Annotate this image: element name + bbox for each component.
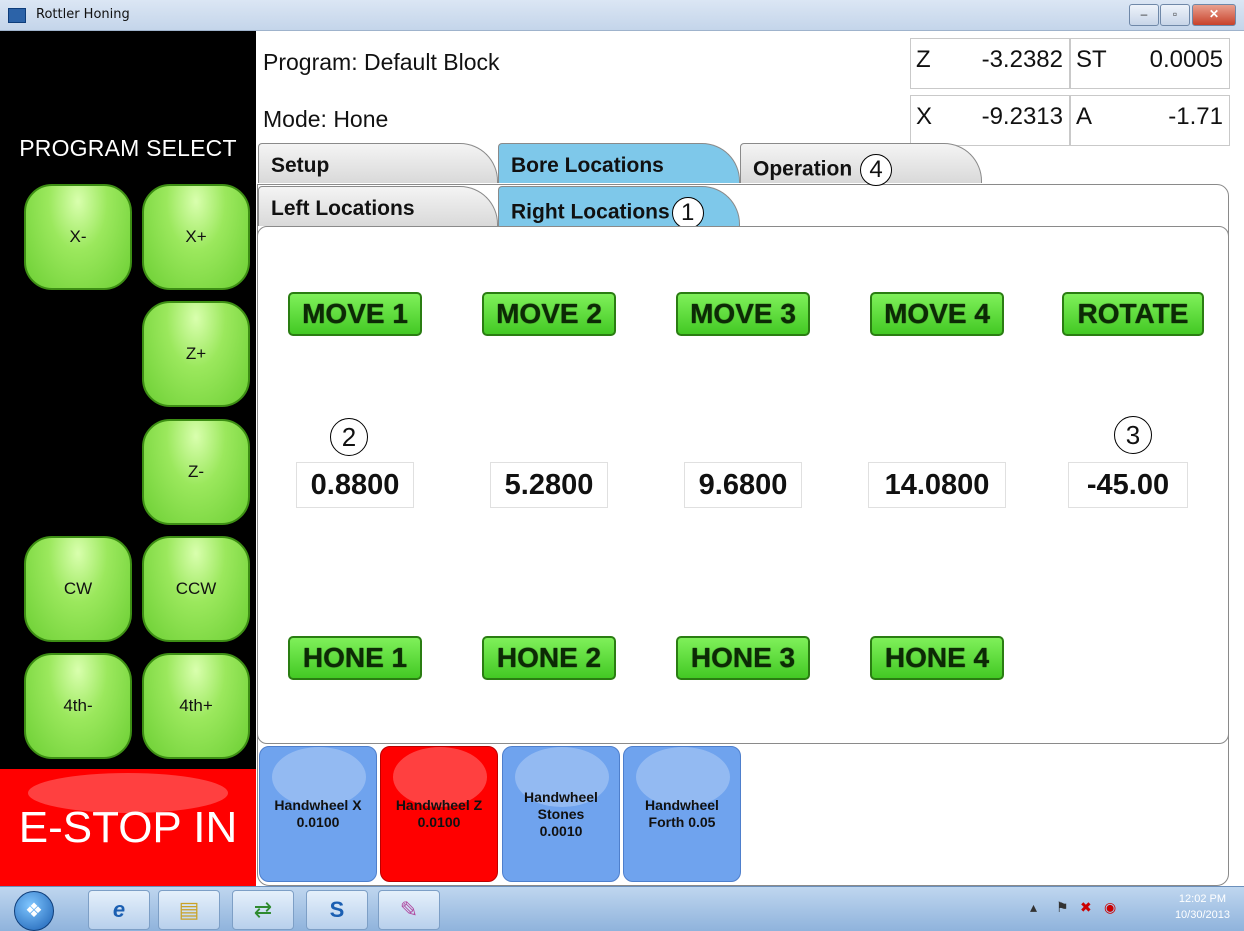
paint-icon[interactable]: ✎ [378,890,440,930]
handwheel-z-value: 0.0100 [417,814,461,830]
location-2-value[interactable]: 5.2800 [490,462,608,508]
handwheel-forth-label: Handwheel [645,797,719,813]
x-axis-value: -9.2313 [981,103,1063,130]
callout-marker-2: 2 [330,418,368,456]
program-select-label[interactable]: PROGRAM SELECT [0,135,256,162]
location-1-value[interactable]: 0.8800 [296,462,414,508]
subtab-left-locations[interactable]: Left Locations [258,186,498,226]
jog-x-minus-button[interactable]: X- [24,184,132,290]
a-axis-label: A [1076,103,1093,130]
handwheel-x-label: Handwheel X [274,797,362,813]
browser-icon[interactable]: e [88,890,150,930]
location-4-value[interactable]: 14.0800 [868,462,1006,508]
start-button[interactable]: ❖ [14,891,54,931]
handwheel-z-label: Handwheel Z [395,797,483,813]
subtab-right-locations[interactable]: Right Locations 1 [498,186,740,229]
tab-bore-locations[interactable]: Bore Locations [498,143,740,183]
x-axis-label: X [916,103,933,130]
z-axis-label: Z [916,46,931,73]
skype-icon[interactable]: S [306,890,368,930]
jog-fourth-minus-button[interactable]: 4th- [24,653,132,759]
move-1-button[interactable]: MOVE 1 [288,292,422,336]
hone-4-button[interactable]: HONE 4 [870,636,1004,680]
location-3-value[interactable]: 9.6800 [684,462,802,508]
tab-setup-label: Setup [271,154,330,177]
close-button[interactable]: ✕ [1192,4,1236,26]
flag-icon[interactable]: ⚑ [1056,899,1069,916]
volume-icon[interactable]: ◉ [1104,899,1116,916]
jog-fourth-plus-button[interactable]: 4th+ [142,653,250,759]
handwheel-forth-button[interactable]: Handwheel Forth 0.05 [623,746,741,882]
taskbar: ❖ e ▤ ⇄ S ✎ ▴ ⚑ ✖ ◉ 12:02 PM 10/30/2013 [0,886,1244,931]
jog-x-plus-button[interactable]: X+ [142,184,250,290]
window-title: Rottler Honing [36,7,130,22]
tab-bore-locations-label: Bore Locations [511,154,664,177]
rotate-angle-value[interactable]: -45.00 [1068,462,1188,508]
rotate-ccw-button[interactable]: CCW [142,536,250,642]
move-2-button[interactable]: MOVE 2 [482,292,616,336]
move-4-button[interactable]: MOVE 4 [870,292,1004,336]
callout-marker-3: 3 [1114,416,1152,454]
network-icon[interactable]: ✖ [1080,899,1092,916]
maximize-button[interactable]: ▫ [1160,4,1190,26]
st-readout: ST 0.0005 [1070,38,1230,89]
a-axis-value: -1.71 [1168,103,1223,130]
st-axis-value: 0.0005 [1149,46,1223,73]
x-readout: X -9.2313 [910,95,1070,146]
z-axis-value: -3.2382 [981,46,1063,73]
handwheel-stones-value: 0.0010 [539,822,583,839]
left-control-panel: PROGRAM SELECT X- X+ Z+ Z- CW CCW 4th- 4… [0,31,256,886]
subtab-right-locations-label: Right Locations [511,200,670,224]
handwheel-z-button[interactable]: Handwheel Z 0.0100 [380,746,498,882]
remote-desktop-icon[interactable]: ⇄ [232,890,294,930]
tab-setup[interactable]: Setup [258,143,498,183]
hone-2-button[interactable]: HONE 2 [482,636,616,680]
estop-label: E-STOP IN [18,802,238,852]
jog-z-minus-button[interactable]: Z- [142,419,250,525]
hone-3-button[interactable]: HONE 3 [676,636,810,680]
rotate-cw-button[interactable]: CW [24,536,132,642]
move-3-button[interactable]: MOVE 3 [676,292,810,336]
mode-label: Mode: Hone [263,106,389,132]
hone-1-button[interactable]: HONE 1 [288,636,422,680]
z-readout: Z -3.2382 [910,38,1070,89]
a-readout: A -1.71 [1070,95,1230,146]
subtab-left-locations-label: Left Locations [271,197,415,220]
handwheel-stones-button[interactable]: Handwheel Stones 0.0010 [502,746,620,882]
folder-icon[interactable]: ▤ [158,890,220,930]
clock-time: 12:02 PM [1178,893,1227,905]
handwheel-forth-value: Forth 0.05 [648,814,716,830]
st-axis-label: ST [1076,46,1107,73]
callout-marker-4: 4 [860,154,893,186]
handwheel-stones-label: Handwheel [524,788,598,805]
show-hidden-icons-icon[interactable]: ▴ [1030,899,1037,916]
handwheel-x-button[interactable]: Handwheel X 0.0100 [259,746,377,882]
program-name: Program: Default Block [263,49,500,75]
jog-z-plus-button[interactable]: Z+ [142,301,250,407]
title-bar: Rottler Honing – ▫ ✕ [0,0,1244,31]
callout-marker-1: 1 [671,197,704,229]
minimize-button[interactable]: – [1129,4,1159,26]
clock[interactable]: 12:02 PM 10/30/2013 [1175,891,1230,923]
clock-date: 10/30/2013 [1174,909,1230,921]
handwheel-x-value: 0.0100 [296,814,340,830]
tab-operation-label: Operation [753,157,853,181]
handwheel-stones-label-2: Stones [537,805,585,822]
rotate-button[interactable]: ROTATE [1062,292,1204,336]
app-icon [8,8,26,23]
tab-operation[interactable]: Operation 4 [740,143,982,186]
estop-button[interactable]: E-STOP IN [0,769,256,886]
